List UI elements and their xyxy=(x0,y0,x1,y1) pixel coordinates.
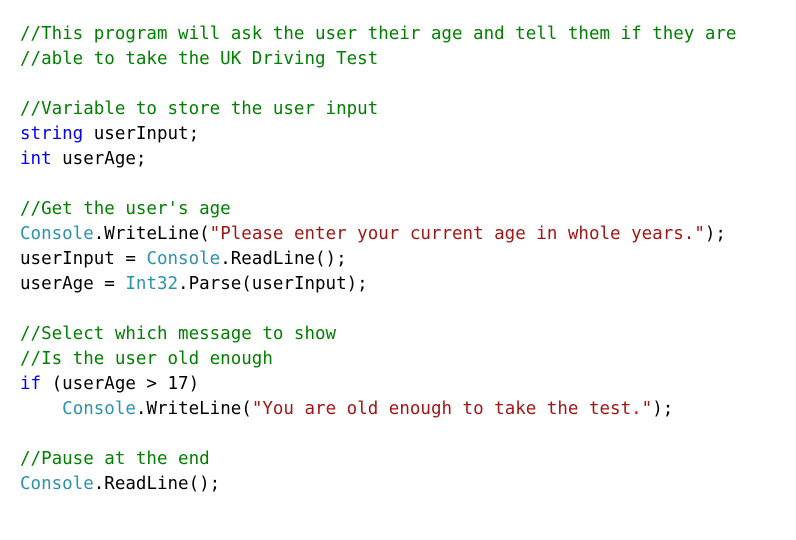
code-line[interactable] xyxy=(20,72,796,97)
code-line[interactable]: string userInput; xyxy=(20,122,796,147)
code-token-plain: .WriteLine( xyxy=(135,399,252,419)
code-token-keyword: int xyxy=(20,149,52,169)
code-line[interactable]: //Get the user's age xyxy=(20,197,796,222)
code-token-plain: .Parse(userInput); xyxy=(178,274,368,294)
code-token-plain: userInput = xyxy=(20,249,147,269)
code-line[interactable]: //able to take the UK Driving Test xyxy=(20,47,796,72)
code-token-type: Console xyxy=(146,249,221,269)
code-token-plain: .WriteLine( xyxy=(93,224,210,244)
code-line[interactable]: //Variable to store the user input xyxy=(20,97,796,122)
code-token-string: "You are old enough to take the test." xyxy=(251,399,653,419)
code-line[interactable]: userInput = Console.ReadLine(); xyxy=(20,247,796,272)
code-line[interactable] xyxy=(20,297,796,322)
code-line[interactable]: //Pause at the end xyxy=(20,447,796,472)
code-token-type: Int32 xyxy=(125,274,179,294)
code-line[interactable]: Console.WriteLine("Please enter your cur… xyxy=(20,222,796,247)
code-token-comment: //able to take the UK Driving Test xyxy=(20,49,379,69)
code-line[interactable]: if (userAge > 17) xyxy=(20,372,796,397)
code-line[interactable]: //This program will ask the user their a… xyxy=(20,22,796,47)
code-token-plain: userInput; xyxy=(83,124,200,144)
code-token-plain: ); xyxy=(652,399,674,419)
code-token-comment: //Select which message to show xyxy=(20,324,337,344)
code-token-comment: //Is the user old enough xyxy=(20,349,273,369)
code-token-keyword: if xyxy=(20,374,42,394)
code-token-plain: .ReadLine(); xyxy=(93,474,221,494)
code-line[interactable]: //Select which message to show xyxy=(20,322,796,347)
code-token-string: "Please enter your current age in whole … xyxy=(209,224,705,244)
code-token-comment: //This program will ask the user their a… xyxy=(20,24,737,44)
code-token-plain: (userAge > 17) xyxy=(41,374,200,394)
code-line[interactable] xyxy=(20,172,796,197)
code-token-type: Console xyxy=(62,399,136,419)
code-token-plain: .ReadLine(); xyxy=(220,249,347,269)
code-token-plain: ); xyxy=(704,224,726,244)
code-token-type: Console xyxy=(20,474,94,494)
code-token-comment: //Pause at the end xyxy=(20,449,210,469)
code-token-comment: //Variable to store the user input xyxy=(20,99,379,119)
code-token-plain: userAge; xyxy=(51,149,147,169)
code-line[interactable]: userAge = Int32.Parse(userInput); xyxy=(20,272,796,297)
code-line[interactable]: Console.ReadLine(); xyxy=(20,472,796,497)
code-token-plain: userAge = xyxy=(20,274,126,294)
code-token-keyword: string xyxy=(20,124,84,144)
code-line[interactable]: int userAge; xyxy=(20,147,796,172)
code-token-type: Console xyxy=(20,224,94,244)
code-line[interactable] xyxy=(20,422,796,447)
code-line[interactable]: //Is the user old enough xyxy=(20,347,796,372)
code-editor-surface[interactable]: //This program will ask the user their a… xyxy=(0,0,796,540)
code-token-comment: //Get the user's age xyxy=(20,199,231,219)
code-line[interactable]: Console.WriteLine("You are old enough to… xyxy=(20,397,796,422)
